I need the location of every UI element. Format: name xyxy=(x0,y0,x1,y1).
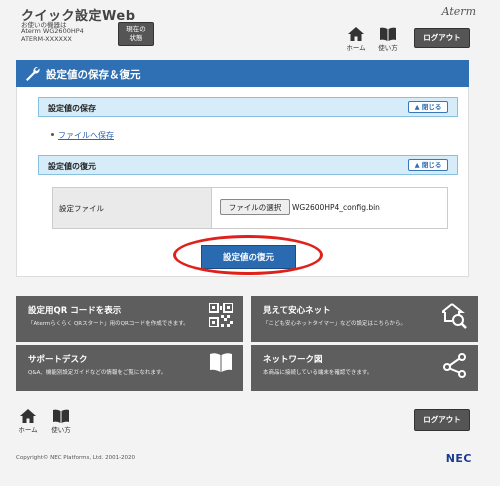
chevron-up-icon: ▲ xyxy=(414,161,420,169)
tile-title: ネットワーク図 xyxy=(263,355,323,365)
chevron-up-icon: ▲ xyxy=(414,103,420,111)
tile-desc: 「Atermらくらく QRスタート」用のQRコードを作成できます。 xyxy=(28,321,189,327)
tile-desc: 本商品に接続している端末を確認できます。 xyxy=(263,370,373,376)
howto-label: 使い方 xyxy=(378,44,398,52)
settings-file-label-cell: 設定ファイル xyxy=(53,188,212,228)
highlight-circle xyxy=(173,235,323,275)
footer-home-nav[interactable]: ホーム xyxy=(16,409,40,434)
wrench-icon xyxy=(26,66,40,81)
settings-file-label: 設定ファイル xyxy=(59,204,104,213)
support-desk-tile[interactable]: サポートデスク Q&A、機能別設定ガイドなどの情報をご覧になれます。 xyxy=(16,345,243,391)
footer-logout-button[interactable]: ログアウト xyxy=(414,409,470,431)
tile-desc: Q&A、機能別設定ガイドなどの情報をご覧になれます。 xyxy=(28,370,167,376)
panel-title: 設定値の保存＆復元 xyxy=(46,69,141,81)
footer-howto-label: 使い方 xyxy=(51,426,71,434)
tile-title: サポートデスク xyxy=(28,355,88,365)
network-map-tile[interactable]: ネットワーク図 本商品に接続している端末を確認できます。 xyxy=(251,345,478,391)
selected-file-name: WG2600HP4_config.bin xyxy=(292,203,380,212)
choose-file-button[interactable]: ファイルの選択 xyxy=(220,199,290,215)
tile-desc: 「こども安心ネットタイマー」などの設定はこちらから。 xyxy=(263,321,407,327)
home-icon xyxy=(348,27,364,41)
save-section-bar: 設定値の保存 ▲ 閉じる xyxy=(38,97,458,117)
restore-section-bar: 設定値の復元 ▲ 閉じる xyxy=(38,155,458,175)
tile-title: 見えて安心ネット xyxy=(263,306,331,316)
device-model: Aterm WG2600HP4 xyxy=(21,27,84,35)
home-label: ホーム xyxy=(346,44,366,52)
home-nav[interactable]: ホーム xyxy=(344,27,368,52)
bullet-icon xyxy=(51,133,54,136)
close-label: 閉じる xyxy=(421,103,442,111)
home-icon xyxy=(20,409,36,423)
qr-code-tile[interactable]: 設定用QR コードを表示 「Atermらくらく QRスタート」用のQRコードを作… xyxy=(16,296,243,342)
logout-button[interactable]: ログアウト xyxy=(414,28,470,48)
tile-title: 設定用QR コードを表示 xyxy=(28,306,122,316)
save-section-label: 設定値の保存 xyxy=(48,104,96,113)
aterm-logo: Aterm xyxy=(441,5,476,18)
device-id: ATERM-XXXXXX xyxy=(21,35,72,43)
status-button-line-2: 状態 xyxy=(129,34,143,42)
network-icon xyxy=(443,353,466,378)
save-to-file-link[interactable]: ファイルへ保存 xyxy=(58,130,114,141)
copyright: Copyright© NEC Platforms, Ltd. 2001-2020 xyxy=(16,455,136,461)
house-search-icon xyxy=(442,303,467,329)
book-icon xyxy=(53,409,69,423)
footer-howto-nav[interactable]: 使い方 xyxy=(49,409,73,434)
book-icon xyxy=(210,353,232,372)
qr-code-icon xyxy=(209,303,233,327)
status-button-line-1: 現在の xyxy=(126,25,146,33)
book-icon xyxy=(380,27,396,41)
footer-home-label: ホーム xyxy=(18,426,38,434)
save-section-close-button[interactable]: ▲ 閉じる xyxy=(408,101,448,113)
current-status-button[interactable]: 現在の 状態 xyxy=(118,22,154,46)
nec-logo: NEC xyxy=(445,452,472,465)
safe-net-tile[interactable]: 見えて安心ネット 「こども安心ネットタイマー」などの設定はこちらから。 xyxy=(251,296,478,342)
panel-header: 設定値の保存＆復元 xyxy=(16,60,469,87)
close-label: 閉じる xyxy=(421,161,442,169)
restore-section-close-button[interactable]: ▲ 閉じる xyxy=(408,159,448,171)
howto-nav[interactable]: 使い方 xyxy=(376,27,400,52)
restore-section-label: 設定値の復元 xyxy=(48,162,96,171)
